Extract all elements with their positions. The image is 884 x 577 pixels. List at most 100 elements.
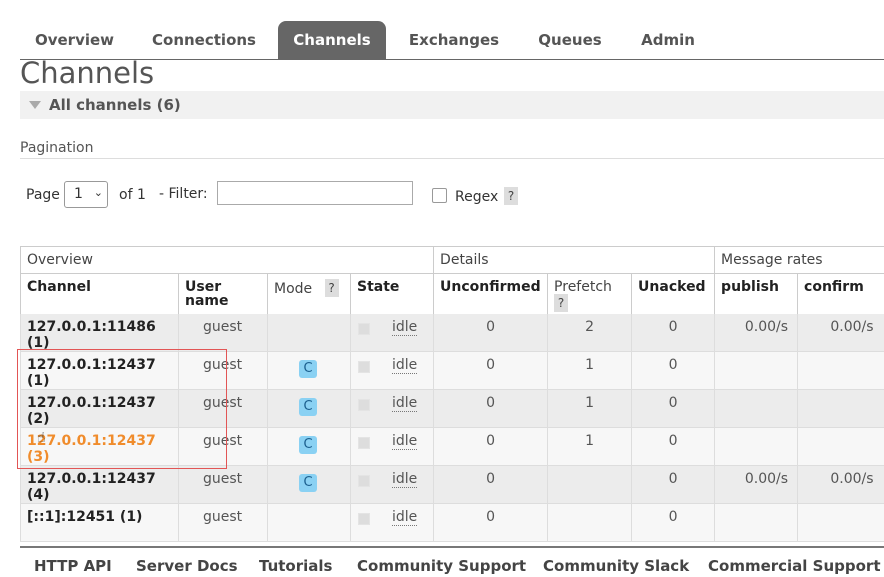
state-indicator-icon <box>358 361 370 373</box>
collapse-triangle-icon <box>29 101 41 109</box>
column-header-state[interactable]: State <box>349 273 434 314</box>
table-row: [::1]:12451 (1) guest idle 0 0 <box>20 503 884 542</box>
unconfirmed-value: 0 <box>486 318 495 335</box>
channel-link[interactable]: 127.0.0.1:12437 (4) <box>22 466 179 503</box>
user-name: guest <box>203 509 243 525</box>
user-name: guest <box>203 357 243 373</box>
state-indicator-icon <box>358 475 370 487</box>
prefetch-value: 1 <box>585 357 594 373</box>
prefetch-value: 2 <box>585 318 594 335</box>
unacked-value: 0 <box>668 509 678 525</box>
group-header-overview: Overview <box>19 246 434 274</box>
table-row: 127.0.0.1:12437 (3) guest C idle 0 1 0 <box>20 427 884 466</box>
prefetch-value <box>549 466 632 471</box>
column-header-label: confirm <box>804 279 864 295</box>
section-toggle[interactable]: All channels (6) <box>20 91 884 119</box>
column-header-label: Prefetch <box>554 279 612 295</box>
column-header-channel[interactable]: Channel <box>20 273 179 314</box>
column-header-prefetch[interactable]: Prefetch? <box>547 273 632 314</box>
table-row: 127.0.0.1:11486 (1) guest idle 0 2 0 0.0… <box>20 313 884 352</box>
prefetch-value: 1 <box>585 433 594 449</box>
state-indicator-icon <box>358 399 370 411</box>
state-text: idle <box>392 357 418 374</box>
state-text: idle <box>392 318 418 336</box>
mode-help-button[interactable]: ? <box>324 279 339 297</box>
confirm-rate: 0.00/s <box>830 471 874 487</box>
column-header-label: User name <box>185 279 229 309</box>
tab-exchanges[interactable]: Exchanges <box>406 21 502 59</box>
table-row: 127.0.0.1:12437 (1) guest C idle 0 1 0 <box>20 351 884 390</box>
page-title: Channels <box>20 56 155 90</box>
tab-channels[interactable]: Channels <box>278 21 386 59</box>
channel-link[interactable]: 127.0.0.1:12437 (2) <box>22 390 179 427</box>
user-name: guest <box>203 433 243 449</box>
channels-table: Overview Details Message rates Channel U… <box>19 246 884 542</box>
hand-cursor-icon: ☝ <box>37 430 46 446</box>
unconfirmed-value: 0 <box>486 509 495 525</box>
unacked-value: 0 <box>668 433 678 449</box>
tab-admin[interactable]: Admin <box>637 21 699 59</box>
confirm-rate <box>799 352 884 357</box>
regex-help-button[interactable]: ? <box>504 187 518 205</box>
prefetch-value: 1 <box>585 395 594 411</box>
state-text: idle <box>392 471 418 488</box>
footer-link-http-api[interactable]: HTTP API <box>34 557 112 575</box>
state-indicator-icon <box>358 437 370 449</box>
page-select[interactable]: 1 ⌄ <box>64 181 108 208</box>
user-name: guest <box>203 471 243 487</box>
prefetch-help-button[interactable]: ? <box>554 294 569 312</box>
unconfirmed-value: 0 <box>486 433 495 449</box>
pagination-divider <box>20 158 884 159</box>
chevron-down-icon: ⌄ <box>93 186 103 199</box>
column-header-unacked[interactable]: Unacked <box>631 273 715 314</box>
confirm-rate <box>799 428 884 433</box>
mode-cell <box>267 503 351 542</box>
channel-link[interactable]: 127.0.0.1:12437 (1) <box>22 352 179 389</box>
tab-connections[interactable]: Connections <box>150 21 258 59</box>
publish-rate <box>716 504 798 509</box>
table-row: 127.0.0.1:12437 (4) guest C idle 0 0 0.0… <box>20 465 884 504</box>
pagination-heading: Pagination <box>20 140 94 156</box>
main-nav: Overview Connections Channels Exchanges … <box>20 21 884 60</box>
publish-rate <box>716 352 798 357</box>
page-label: Page <box>26 187 60 203</box>
channel-link[interactable]: 127.0.0.1:11486 (1) <box>22 314 179 351</box>
footer-link-server-docs[interactable]: Server Docs <box>136 557 238 575</box>
column-header-publish[interactable]: publish <box>714 273 798 314</box>
footer-link-commercial-support[interactable]: Commercial Support <box>708 557 881 575</box>
column-header-label: Unacked <box>638 279 706 295</box>
group-header-details: Details <box>433 246 715 274</box>
publish-rate: 0.00/s <box>744 471 789 487</box>
publish-rate <box>716 428 798 433</box>
mode-badge: C <box>299 360 317 378</box>
tab-queues[interactable]: Queues <box>532 21 608 59</box>
filter-label: - Filter: <box>159 186 208 202</box>
column-header-confirm[interactable]: confirm <box>797 273 884 314</box>
filter-input[interactable] <box>217 181 413 205</box>
column-header-label: Mode <box>274 281 313 297</box>
column-header-unconfirmed[interactable]: Unconfirmed <box>433 273 548 314</box>
footer-divider <box>20 546 884 548</box>
channel-link[interactable]: [::1]:12451 (1) <box>22 504 179 525</box>
column-header-mode[interactable]: Mode ? <box>267 273 351 314</box>
confirm-rate: 0.00/s <box>830 318 874 335</box>
unconfirmed-value: 0 <box>486 395 495 411</box>
page-select-value: 1 <box>74 186 83 202</box>
state-indicator-icon <box>358 322 370 335</box>
unconfirmed-value: 0 <box>486 471 495 487</box>
publish-rate <box>716 390 798 395</box>
footer-link-tutorials[interactable]: Tutorials <box>259 557 332 575</box>
state-text: idle <box>392 395 418 412</box>
regex-checkbox[interactable] <box>432 188 447 203</box>
column-header-label: Unconfirmed <box>440 279 541 295</box>
tab-overview[interactable]: Overview <box>28 21 121 59</box>
state-indicator-icon <box>358 513 370 525</box>
mode-badge: C <box>299 474 317 492</box>
publish-rate: 0.00/s <box>744 318 789 335</box>
user-name: guest <box>203 395 243 411</box>
unconfirmed-value: 0 <box>486 357 495 373</box>
footer-link-community-slack[interactable]: Community Slack <box>543 557 689 575</box>
column-header-username[interactable]: User name <box>178 273 268 314</box>
footer-link-community-support[interactable]: Community Support <box>357 557 526 575</box>
prefetch-value <box>549 504 632 509</box>
